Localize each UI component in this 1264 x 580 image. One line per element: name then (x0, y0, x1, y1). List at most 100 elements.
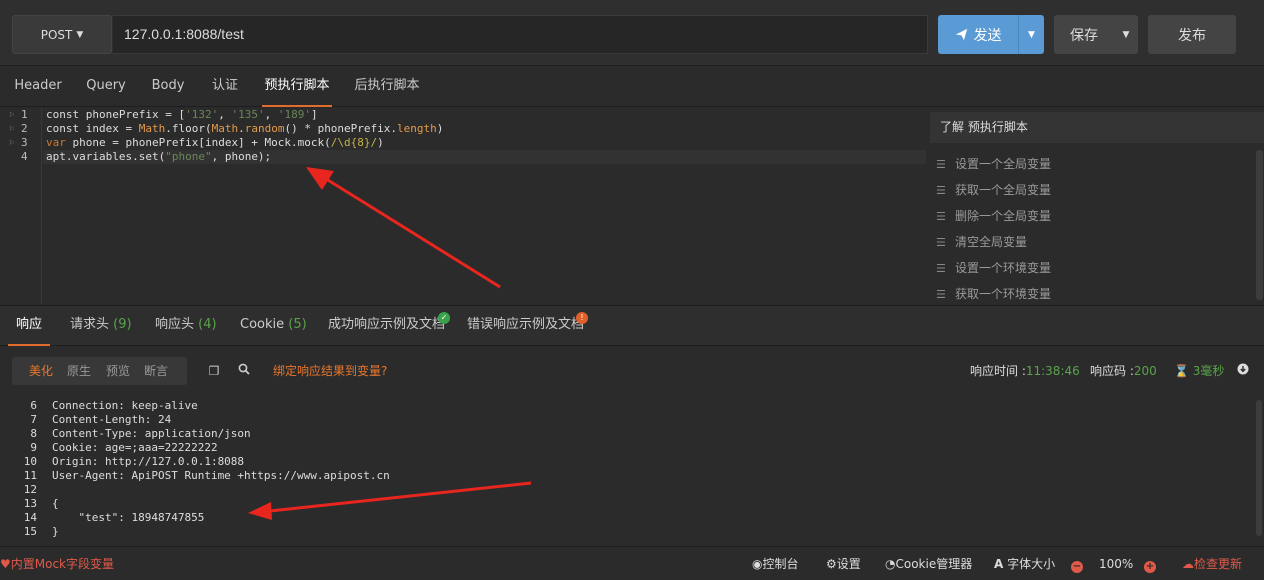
script-editor[interactable]: ⚐ 1 ⚐ 2 ⚐ 3 4 const phonePrefix = ['132', '… (0, 108, 926, 304)
response-line: Content-Length: 24 (52, 413, 172, 426)
view-beautify[interactable]: 美化 (29, 357, 53, 385)
help-scrollbar[interactable] (1256, 150, 1263, 300)
response-line: Connection: keep-alive (52, 399, 198, 412)
script-help-panel: 了解 预执行脚本 ☰ 设置一个全局变量 ☰ 获取一个全局变量 ☰ 删除一个全局变量 ☰… (930, 112, 1264, 304)
code-line: apt.variables.set("phone", phone); (46, 150, 271, 164)
sliders-icon: ☰ (936, 184, 946, 197)
method-select[interactable]: POST ▼ (12, 15, 112, 54)
publish-button[interactable]: 发布 (1148, 15, 1236, 54)
code-token: const phonePrefix = [ (46, 108, 186, 121)
chevron-down-icon: ▼ (76, 29, 84, 40)
status-bar: ♥内置Mock字段变量 ◉控制台 ⚙设置 ◔Cookie管理器 A 字体大小 −… (0, 546, 1264, 580)
settings-button[interactable]: ⚙设置 (826, 555, 861, 573)
response-line-number: 7 (30, 413, 37, 426)
bind-response-variable-link[interactable]: 绑定响应结果到变量? (273, 362, 387, 380)
zoom-level: 100% (1099, 557, 1134, 571)
line-number: 1 (21, 108, 28, 121)
zoom-in-button[interactable]: + (1144, 555, 1156, 573)
view-mode-segment: 美化 原生 预览 断言 (12, 357, 187, 385)
line-number: 3 (21, 136, 28, 149)
response-line: Cookie: age=;aaa=22222222 (52, 441, 218, 454)
send-icon (955, 28, 967, 41)
view-raw[interactable]: 原生 (67, 357, 91, 385)
response-line-number: 14 (23, 511, 37, 524)
tab-query[interactable]: Query (80, 67, 132, 107)
hourglass-icon: ⌛ (1174, 364, 1189, 378)
cloud-icon: ☁ (1182, 557, 1194, 571)
response-body[interactable]: 6 Connection: keep-alive 7 Content-Length: … (0, 396, 1264, 546)
cookie-manager-button[interactable]: ◔Cookie管理器 (885, 555, 972, 573)
response-line-number: 15 (23, 525, 37, 538)
response-line-number: 6 (30, 399, 37, 412)
code-token: Math (211, 122, 239, 135)
help-item[interactable]: ☰ 获取一个环境变量 (936, 285, 1051, 303)
code-token: , (264, 108, 278, 121)
code-token: '189' (277, 108, 311, 121)
tab-pre-script[interactable]: 预执行脚本 (262, 67, 332, 107)
fold-icon[interactable]: ⚐ (9, 108, 14, 122)
tab-response[interactable]: 响应 (8, 306, 50, 346)
tab-response-headers[interactable]: 响应头 (4) (155, 306, 217, 346)
tab-cookie[interactable]: Cookie (5) (240, 306, 307, 346)
response-line: "test": 18948747855 (52, 511, 205, 524)
tab-request-headers[interactable]: 请求头 (9) (70, 306, 132, 346)
tab-auth[interactable]: 认证 (206, 67, 244, 107)
help-item[interactable]: ☰ 获取一个全局变量 (936, 181, 1051, 199)
tab-success-docs[interactable]: 成功响应示例及文档 (328, 306, 445, 346)
console-button[interactable]: ◉控制台 (752, 555, 799, 573)
code-token: ) (377, 136, 384, 149)
code-token: var (46, 136, 66, 149)
tab-post-script[interactable]: 后执行脚本 (350, 67, 424, 107)
copy-icon[interactable]: ❐ (206, 363, 222, 379)
code-token: apt.variables.set( (46, 150, 166, 163)
view-assert[interactable]: 断言 (144, 357, 168, 385)
response-tabs: 响应 请求头 (9) 响应头 (4) Cookie (5) 成功响应示例及文档 … (0, 305, 1264, 346)
tab-error-docs[interactable]: 错误响应示例及文档 (467, 306, 584, 346)
url-input[interactable]: 127.0.0.1:8088/test (113, 15, 928, 54)
response-line: User-Agent: ApiPOST Runtime +https://www… (52, 469, 390, 482)
font-size-button[interactable]: A 字体大小 (994, 555, 1055, 573)
send-dropdown-icon[interactable]: ▼ (1019, 15, 1044, 54)
request-tabs: Header Query Body 认证 预执行脚本 后执行脚本 (0, 67, 1264, 107)
code-token: length (397, 122, 437, 135)
code-token: random (244, 122, 285, 135)
check-icon: ✓ (438, 312, 450, 324)
tab-body[interactable]: Body (146, 67, 190, 107)
response-scrollbar[interactable] (1256, 400, 1262, 536)
code-token: "phone" (165, 150, 212, 163)
line-number: 2 (21, 122, 28, 135)
mock-variables-link[interactable]: ♥内置Mock字段变量 (0, 555, 114, 573)
fold-icon[interactable]: ⚐ (9, 122, 14, 136)
code-token: '132' (185, 108, 219, 121)
save-dropdown-icon[interactable]: ▼ (1114, 15, 1138, 54)
save-button[interactable]: 保存 ▼ (1054, 15, 1138, 54)
code-token: , (218, 108, 232, 121)
tab-header[interactable]: Header (8, 67, 68, 107)
line-gutter: ⚐ 1 ⚐ 2 ⚐ 3 4 (0, 108, 42, 304)
search-icon[interactable] (236, 363, 252, 379)
send-button[interactable]: 发送 ▼ (938, 15, 1044, 54)
code-token: '135' (231, 108, 265, 121)
zoom-out-button[interactable]: − (1071, 555, 1083, 573)
check-update-button[interactable]: ☁检查更新 (1182, 555, 1242, 573)
view-preview[interactable]: 预览 (106, 357, 130, 385)
fold-icon[interactable]: ⚐ (9, 136, 14, 150)
response-line: Origin: http://127.0.0.1:8088 (52, 455, 245, 468)
response-line: Content-Type: application/json (52, 427, 251, 440)
gear-icon: ⚙ (826, 557, 837, 571)
help-item[interactable]: ☰ 设置一个环境变量 (936, 259, 1051, 277)
response-code: 响应码 :200 (1090, 364, 1157, 378)
help-item[interactable]: ☰ 清空全局变量 (936, 233, 1027, 251)
code-token: .floor( (165, 122, 212, 135)
sliders-icon: ☰ (936, 158, 946, 171)
help-title: 了解 预执行脚本 (930, 112, 1264, 143)
help-item[interactable]: ☰ 设置一个全局变量 (936, 155, 1051, 173)
plus-icon: + (1144, 561, 1156, 573)
download-icon[interactable] (1235, 363, 1251, 379)
response-line: } (52, 525, 59, 538)
sliders-icon: ☰ (936, 210, 946, 223)
request-bar: POST ▼ 127.0.0.1:8088/test 发送 ▼ 保存 ▼ 发布 (0, 0, 1264, 66)
line-number: 4 (21, 150, 28, 163)
code-line: var phone = phonePrefix[index] + Mock.mo… (46, 136, 384, 150)
help-item[interactable]: ☰ 删除一个全局变量 (936, 207, 1051, 225)
